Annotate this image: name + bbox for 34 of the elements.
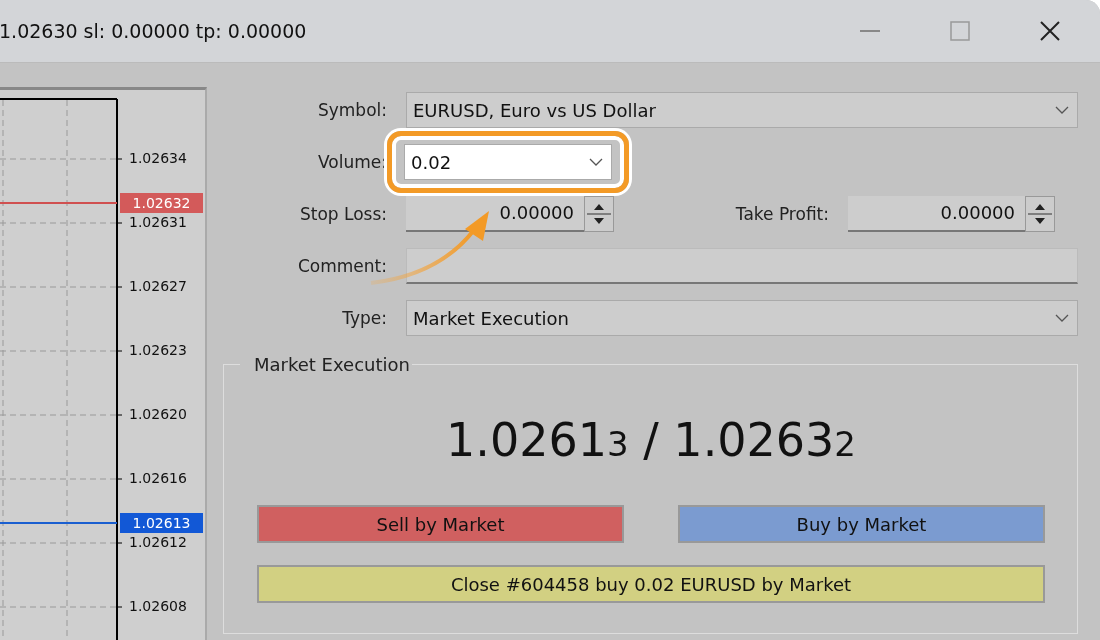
price-label: 1.02631 [129, 214, 187, 230]
field-label: Stop Loss: [298, 204, 387, 224]
field-label: Take Profit: [734, 204, 829, 224]
price-label: 1.02623 [129, 342, 187, 358]
field-label: Symbol: [316, 100, 387, 120]
price-label: 1.02627 [129, 278, 187, 294]
spinner-icon[interactable] [584, 196, 614, 232]
price-label: 1.02608 [129, 598, 187, 614]
chevron-down-icon [1055, 314, 1069, 322]
price-label: 1.02612 [129, 534, 187, 550]
bid-price-tag: 1.02613 [120, 513, 203, 533]
ask-price-tag: 1.02632 [120, 193, 203, 213]
stop-loss-field[interactable]: 0.00000 [406, 196, 584, 232]
price-quote: 1.02613 / 1.02632 [445, 413, 857, 467]
symbol-dropdown[interactable]: EURUSD, Euro vs US Dollar [406, 92, 1078, 128]
type-dropdown[interactable]: Market Execution [406, 300, 1078, 336]
field-label: Type: [341, 308, 387, 328]
price-label: 1.02616 [129, 470, 187, 486]
chevron-down-icon [589, 158, 603, 166]
sell-button[interactable]: Sell by Market [257, 505, 624, 543]
comment-field[interactable] [406, 248, 1078, 284]
volume-combobox[interactable]: 0.02 [404, 144, 612, 180]
close-icon[interactable] [1040, 21, 1060, 41]
window-title: 1.02630 sl: 0.00000 tp: 0.00000 [0, 20, 307, 42]
close-button[interactable]: Close #604458 buy 0.02 EURUSD by Market [257, 565, 1045, 603]
take-profit-field[interactable]: 0.00000 [848, 196, 1025, 232]
spinner-icon[interactable] [1025, 196, 1055, 232]
group-title: Market Execution [253, 354, 411, 375]
buy-button[interactable]: Buy by Market [678, 505, 1045, 543]
price-label: 1.02620 [129, 406, 187, 422]
field-label: Comment: [296, 256, 387, 276]
price-label: 1.02634 [129, 150, 187, 166]
field-label: Volume: [317, 152, 387, 172]
chevron-down-icon [1055, 106, 1069, 114]
